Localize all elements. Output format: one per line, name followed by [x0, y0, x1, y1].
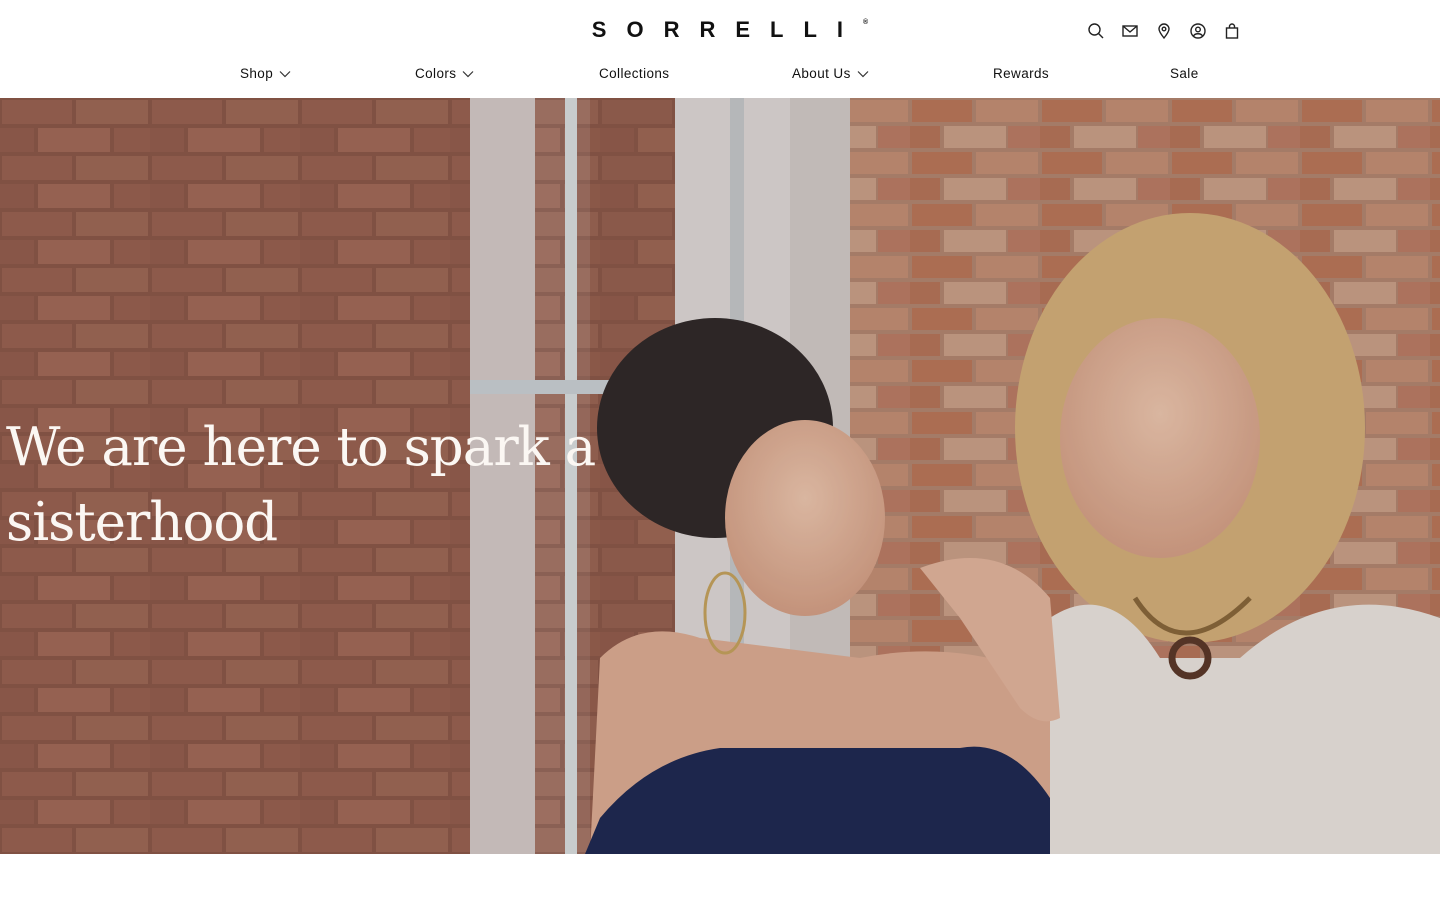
nav-item-sale[interactable]: Sale — [1170, 66, 1199, 81]
nav-item-collections[interactable]: Collections — [599, 66, 669, 81]
account-icon[interactable] — [1187, 20, 1209, 42]
nav-label: Shop — [240, 66, 274, 81]
nav-item-about-us[interactable]: About Us — [792, 66, 869, 81]
hero-heading-line2: sisterhood — [6, 492, 278, 553]
nav-label: Colors — [415, 66, 457, 81]
shopping-bag-icon[interactable] — [1221, 20, 1243, 42]
nav-label: Rewards — [993, 66, 1050, 81]
chevron-down-icon — [279, 70, 291, 77]
nav-label: Collections — [599, 66, 670, 81]
hero-heading-line1: We are here to spark a — [6, 417, 596, 478]
hero-banner[interactable]: We are here to spark a sisterhood — [0, 98, 1440, 854]
site-header: SORRELLI® Shop Colors Collections About … — [0, 0, 1440, 98]
nav-item-rewards[interactable]: Rewards — [993, 66, 1049, 81]
page-body-start — [0, 854, 1440, 900]
hero-heading: We are here to spark a sisterhood — [6, 410, 606, 560]
utility-icons — [1085, 20, 1243, 42]
nav-label: Sale — [1170, 66, 1199, 81]
nav-label: About Us — [792, 66, 851, 81]
nav-item-colors[interactable]: Colors — [415, 66, 474, 81]
location-pin-icon[interactable] — [1153, 20, 1175, 42]
chevron-down-icon — [857, 70, 869, 77]
mail-icon[interactable] — [1119, 20, 1141, 42]
search-icon[interactable] — [1085, 20, 1107, 42]
main-nav: Shop Colors Collections About Us Rewards… — [0, 66, 1440, 86]
nav-item-shop[interactable]: Shop — [240, 66, 291, 81]
chevron-down-icon — [462, 70, 474, 77]
